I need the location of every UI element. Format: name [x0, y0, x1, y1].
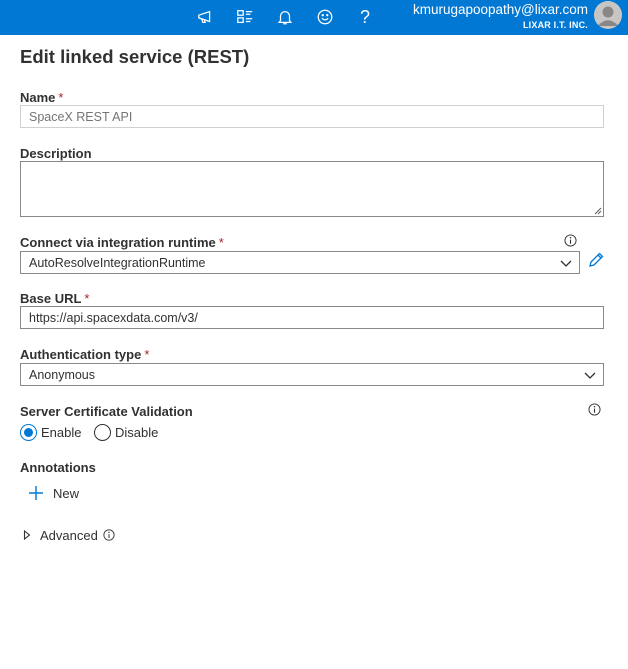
feedback-smiley-icon[interactable]	[313, 5, 337, 29]
radio-disable-label: Disable	[115, 424, 159, 440]
info-icon[interactable]	[103, 529, 115, 541]
integration-runtime-label-text: Connect via integration runtime	[20, 235, 216, 250]
name-label: Name *	[20, 90, 63, 105]
advanced-toggle[interactable]: Advanced	[22, 527, 115, 543]
radio-disable[interactable]: Disable	[94, 423, 158, 441]
base-url-label-text: Base URL	[20, 291, 82, 306]
authentication-type-label: Authentication type *	[20, 347, 149, 362]
authentication-type-dropdown[interactable]: Anonymous	[20, 363, 604, 386]
name-input[interactable]	[20, 105, 604, 128]
page-title: Edit linked service (REST)	[20, 46, 250, 67]
user-avatar-icon	[594, 1, 622, 29]
annotations-label: Annotations	[20, 460, 96, 475]
advanced-label: Advanced	[40, 527, 98, 543]
required-mark: *	[144, 347, 150, 362]
plus-icon	[29, 486, 43, 500]
name-label-text: Name	[20, 90, 56, 105]
base-url-label: Base URL *	[20, 291, 89, 306]
radio-button-unchecked[interactable]	[94, 423, 111, 441]
org-name[interactable]: LIXAR I.T. INC.	[523, 20, 588, 30]
help-question-icon[interactable]: ?	[353, 5, 377, 29]
chevron-down-icon	[584, 372, 596, 379]
required-mark: *	[58, 90, 64, 105]
integration-runtime-value: AutoResolveIntegrationRuntime	[29, 256, 206, 270]
required-mark: *	[84, 291, 90, 306]
notifications-bell-icon[interactable]	[273, 5, 297, 29]
caret-right-icon	[23, 530, 31, 540]
integration-runtime-dropdown[interactable]: AutoResolveIntegrationRuntime	[20, 251, 580, 274]
radio-button-checked[interactable]	[20, 423, 37, 441]
megaphone-icon[interactable]	[194, 5, 218, 29]
radio-enable-label: Enable	[41, 424, 82, 440]
help-glyph: ?	[359, 6, 370, 27]
info-icon[interactable]	[564, 234, 577, 247]
description-textarea[interactable]	[20, 161, 604, 217]
avatar[interactable]	[594, 1, 622, 29]
authentication-type-value: Anonymous	[29, 368, 96, 382]
description-label: Description	[20, 146, 92, 161]
new-annotation-label: New	[53, 485, 80, 501]
top-bar: ? kmurugapoopathy@lixar.com LIXAR I.T. I…	[0, 0, 628, 35]
new-annotation-button[interactable]: New	[28, 484, 79, 502]
portal-settings-icon[interactable]	[233, 5, 257, 29]
user-email[interactable]: kmurugapoopathy@lixar.com	[413, 2, 588, 17]
info-icon[interactable]	[588, 403, 601, 416]
edit-pencil-icon[interactable]	[587, 251, 605, 269]
resize-grip-icon[interactable]	[594, 207, 602, 215]
chevron-down-icon	[560, 260, 572, 267]
authentication-type-label-text: Authentication type	[20, 347, 142, 362]
integration-runtime-label: Connect via integration runtime *	[20, 235, 224, 250]
radio-enable[interactable]: Enable	[20, 423, 81, 441]
base-url-input[interactable]	[20, 306, 604, 329]
server-cert-validation-label: Server Certificate Validation	[20, 404, 193, 419]
required-mark: *	[218, 235, 224, 250]
